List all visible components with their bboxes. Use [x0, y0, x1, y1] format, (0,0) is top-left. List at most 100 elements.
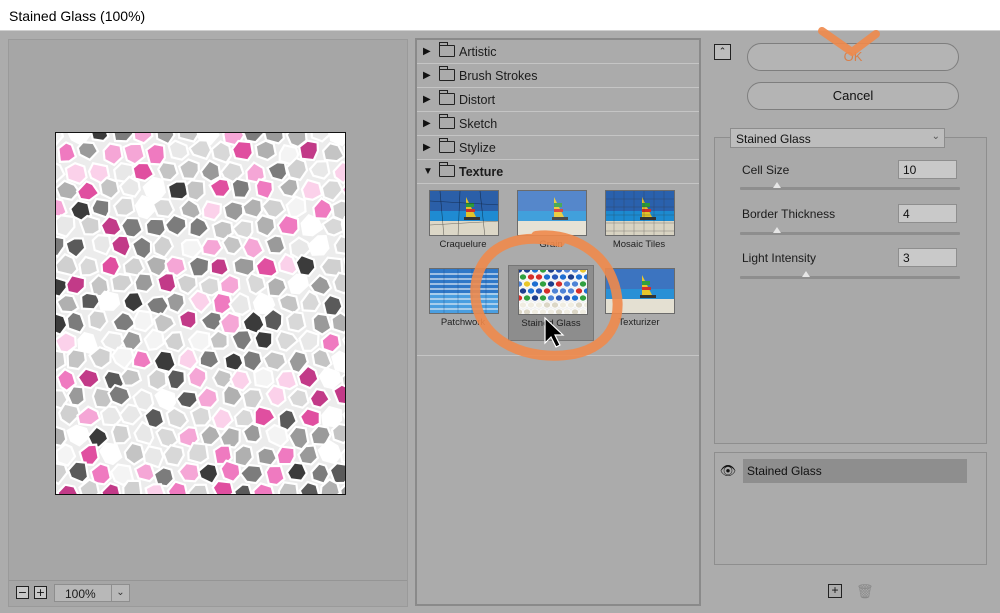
chevron-down-icon: ⌄: [931, 131, 940, 142]
mosaic-cell: [119, 367, 143, 387]
thumbnail-cell: [555, 308, 563, 314]
thumbnail-cell: [587, 295, 588, 301]
mosaic-cell: [90, 133, 110, 143]
light-intensity-input[interactable]: 3: [898, 248, 957, 267]
effect-layer-row[interactable]: 👁 Stained Glass: [714, 459, 967, 483]
border-thickness-slider[interactable]: [740, 227, 960, 235]
light-intensity-label: Light Intensity: [742, 251, 817, 265]
effect-layer-name: Stained Glass: [743, 459, 967, 483]
light-intensity-slider-thumb[interactable]: [802, 271, 810, 277]
mosaic-cell: [144, 483, 166, 494]
mosaic-cell: [300, 178, 324, 201]
filter-label: Craquelure: [439, 239, 487, 250]
cell-size-slider[interactable]: [740, 182, 960, 190]
mosaic-cell: [330, 422, 345, 445]
thumbnail-cell: [559, 301, 568, 309]
filter-select[interactable]: Stained Glass ⌄: [730, 128, 945, 148]
light-intensity-slider[interactable]: [740, 271, 960, 279]
mosaic-cell: [133, 272, 155, 294]
mosaic-cell: [110, 423, 132, 445]
filter-gallery: ▶ Artistic ▶ Brush Strokes ▶ Distort ▶ S…: [415, 38, 701, 606]
thumbnail-cell: [526, 301, 535, 309]
mosaic-cell: [230, 177, 252, 200]
folder-icon: [438, 138, 455, 153]
cancel-button[interactable]: Cancel: [747, 82, 959, 110]
mosaic-cell: [78, 255, 100, 277]
thumbnail-cell: [531, 308, 539, 314]
new-effect-layer-button[interactable]: +: [828, 584, 842, 598]
mosaic-cell: [56, 425, 68, 448]
mosaic-cell: [198, 348, 221, 370]
filter-stained-glass[interactable]: Stained Glass: [508, 265, 594, 341]
mosaic-cell: [144, 217, 167, 238]
preview-panel: − + 100% ⌄: [8, 39, 408, 607]
filter-settings-panel: [714, 137, 987, 444]
thumbnail-cell: [587, 270, 588, 273]
thumbnail-cell: [563, 270, 571, 274]
cell-size-slider-thumb[interactable]: [773, 182, 782, 188]
thumbnail-cell: [546, 280, 555, 288]
folder-icon: [438, 66, 455, 81]
filter-mosaic-tiles[interactable]: Mosaic Tiles: [596, 187, 682, 263]
mosaic-cell: [156, 160, 179, 182]
mosaic-cell: [275, 445, 296, 466]
thumbnail-cell: [519, 294, 523, 302]
grain-thumbnail: [517, 190, 587, 236]
thumbnail-cell: [538, 294, 547, 302]
patchwork-thumbnail: [429, 268, 499, 314]
zoom-in-button[interactable]: +: [34, 586, 47, 599]
ok-button[interactable]: OK: [747, 43, 959, 71]
filter-grain[interactable]: Grain: [508, 187, 594, 263]
zoom-select[interactable]: 100% ⌄: [54, 584, 130, 602]
category-texture[interactable]: ▼ Texture: [417, 160, 699, 184]
thumbnail-cell: [546, 294, 555, 302]
category-stylize[interactable]: ▶ Stylize: [417, 136, 699, 160]
thumbnail-cell: [571, 270, 579, 274]
mosaic-cell: [298, 139, 320, 162]
thumbnail-cell: [519, 280, 523, 288]
preview-image[interactable]: [55, 132, 346, 495]
mosaic-cell: [222, 200, 245, 223]
thumbnail-cell: [523, 270, 531, 274]
collapse-gallery-button[interactable]: ⌃: [714, 44, 731, 60]
category-label: Distort: [459, 93, 496, 107]
mosaic-cell: [64, 161, 88, 186]
thumbnail-cell: [551, 301, 560, 309]
thumbnail-cell: [555, 294, 564, 302]
thumbnail-cell: [579, 280, 587, 288]
mosaic-cell: [65, 310, 86, 335]
thumbnail-cell: [523, 308, 531, 314]
eye-icon[interactable]: 👁: [714, 459, 742, 483]
category-distort[interactable]: ▶ Distort: [417, 88, 699, 112]
filter-texturizer[interactable]: Texturizer: [596, 265, 682, 341]
category-label: Texture: [459, 165, 504, 179]
border-thickness-input[interactable]: 4: [898, 204, 957, 223]
thumbnail-cell: [559, 287, 568, 295]
delete-effect-layer-button[interactable]: 🗑: [856, 583, 874, 600]
zoom-out-button[interactable]: −: [16, 586, 29, 599]
mosaic-cell: [311, 312, 333, 336]
category-brush-strokes[interactable]: ▶ Brush Strokes: [417, 64, 699, 88]
thumbnail-cell: [583, 287, 587, 295]
mosaic-cell: [78, 214, 101, 236]
expand-triangle-icon: ▶: [423, 70, 431, 81]
category-sketch[interactable]: ▶ Sketch: [417, 112, 699, 136]
border-thickness-slider-thumb[interactable]: [773, 227, 782, 233]
thumbnail-cell: [551, 287, 560, 295]
thumbnail-cell: [519, 301, 527, 309]
cell-size-input[interactable]: 10: [898, 160, 957, 179]
thumbnail-cell: [531, 270, 539, 274]
filter-patchwork[interactable]: Patchwork: [420, 265, 506, 341]
mosaic-cell: [122, 479, 143, 494]
thumbnail-cell: [575, 301, 584, 309]
thumbnail-cell: [539, 270, 547, 274]
thumbnail-cell: [567, 287, 576, 295]
mosaic-cell: [294, 253, 317, 277]
filter-craquelure[interactable]: Craquelure: [420, 187, 506, 263]
category-artistic[interactable]: ▶ Artistic: [417, 40, 699, 64]
thumbnail-cell: [583, 273, 587, 281]
collapse-up-icon: ⌃: [718, 46, 727, 56]
collapse-triangle-icon: ▼: [423, 166, 433, 177]
mosaic-cell: [97, 290, 121, 311]
thumbnail-cell: [579, 308, 587, 314]
